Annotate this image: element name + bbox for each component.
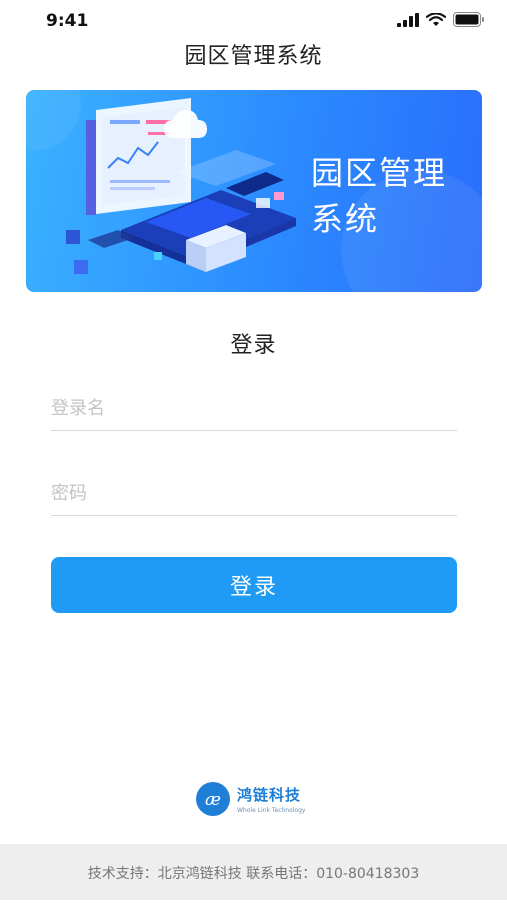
username-input[interactable] <box>51 386 457 430</box>
hero-banner: 园区管理系统 <box>26 90 482 292</box>
footer-support-text: 技术支持：北京鸿链科技 联系电话：010-80418303 <box>87 866 420 882</box>
password-input[interactable] <box>51 471 457 515</box>
company-logo-icon: æ <box>196 782 230 816</box>
login-heading: 登录 <box>230 333 277 358</box>
username-field <box>51 386 457 431</box>
brand-logo: æ 鸿链科技 Whole Link Technology <box>195 781 305 817</box>
status-bar: 9:41 <box>0 0 507 40</box>
brand-english-name: Whole Link Technology <box>237 807 306 814</box>
footer: 技术支持：北京鸿链科技 联系电话：010-80418303 <box>0 844 507 900</box>
status-time: 9:41 <box>46 11 89 31</box>
page-title: 园区管理系统 <box>184 44 323 69</box>
svg-text:æ: æ <box>205 790 221 810</box>
login-button[interactable]: 登录 <box>51 557 457 613</box>
brand-name: 鸿链科技 <box>237 786 302 804</box>
status-icons <box>397 12 485 27</box>
password-field <box>51 471 457 516</box>
battery-icon <box>453 12 484 27</box>
signal-icon <box>397 12 419 27</box>
banner-title: 园区管理系统 <box>311 154 448 238</box>
wifi-icon <box>426 12 446 26</box>
